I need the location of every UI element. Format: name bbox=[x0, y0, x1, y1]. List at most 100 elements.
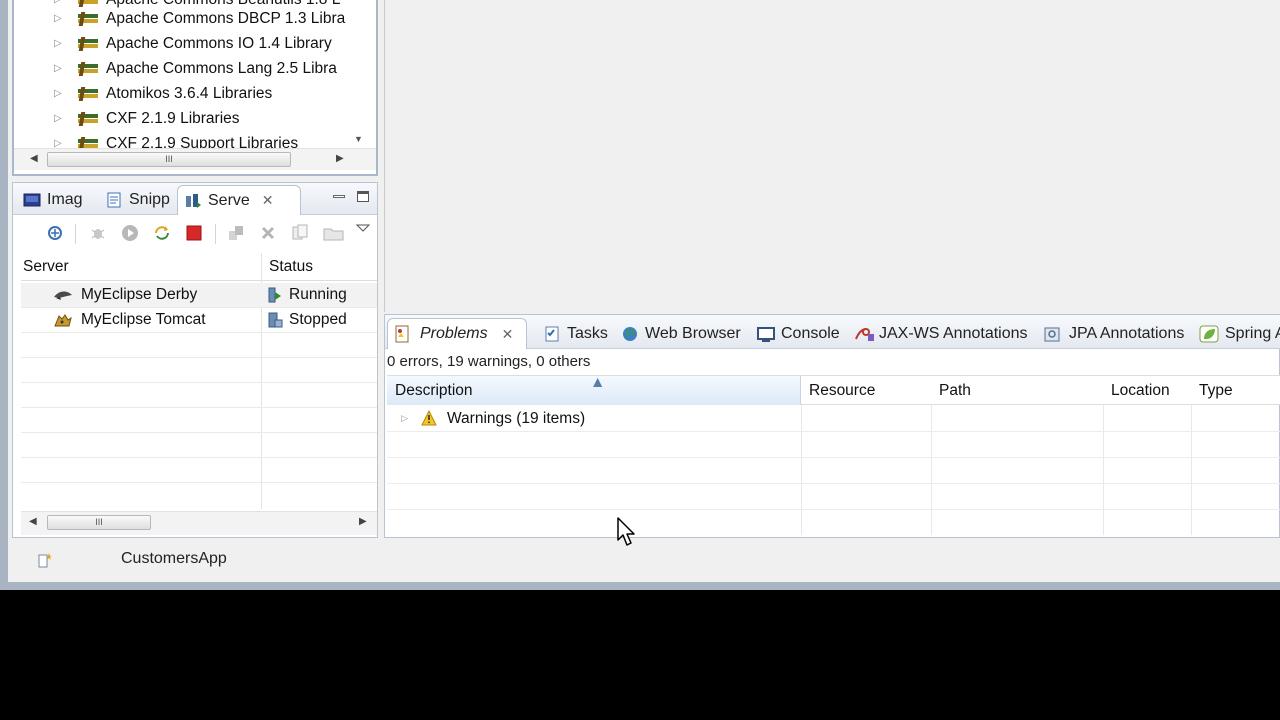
connect-icon[interactable] bbox=[46, 224, 64, 242]
tab-console[interactable]: Console bbox=[757, 318, 840, 349]
scroll-left-icon[interactable]: ◀ bbox=[29, 516, 37, 527]
column-status[interactable]: Status bbox=[269, 258, 313, 276]
minimize-icon[interactable] bbox=[333, 195, 345, 198]
library-icon bbox=[78, 136, 98, 148]
tab-problems[interactable]: Problems ✕ bbox=[387, 318, 527, 349]
expand-arrow-icon[interactable]: ▷ bbox=[401, 413, 408, 424]
table-row[interactable]: MyEclipse Tomcat Stopped bbox=[21, 308, 377, 333]
tab-web-browser[interactable]: Web Browser bbox=[621, 318, 741, 349]
toolbar-separator bbox=[215, 224, 216, 244]
globe-icon bbox=[623, 326, 637, 341]
table-row bbox=[387, 458, 1280, 484]
server-name: MyEclipse Derby bbox=[81, 286, 198, 303]
expand-arrow-icon[interactable]: ▷ bbox=[54, 13, 66, 24]
warning-icon bbox=[421, 410, 437, 426]
scroll-left-icon[interactable]: ◀ bbox=[30, 153, 38, 164]
column-server[interactable]: Server bbox=[23, 258, 69, 276]
expand-arrow-icon[interactable]: ▷ bbox=[54, 0, 66, 5]
tab-tasks[interactable]: Tasks bbox=[543, 318, 608, 349]
table-row bbox=[21, 458, 377, 483]
list-item[interactable]: ▷ Apache Commons IO 1.4 Library bbox=[14, 31, 350, 56]
scroll-right-icon[interactable]: ▶ bbox=[336, 153, 344, 164]
servers-toolbar bbox=[13, 216, 377, 250]
servers-view: Imag Snipp Serve ✕ Server Status MyEclip… bbox=[12, 182, 378, 538]
view-menu-icon[interactable] bbox=[354, 220, 372, 238]
folder-icon[interactable] bbox=[323, 224, 345, 242]
list-item[interactable]: ▷ Apache Commons Lang 2.5 Libra bbox=[14, 56, 350, 81]
problems-tabbar: Problems ✕ Tasks Web Browser Console JAX… bbox=[385, 315, 1280, 349]
scroll-right-icon[interactable]: ▶ bbox=[359, 516, 367, 527]
tab-jpa-annotations[interactable]: JPA Annotations bbox=[1043, 318, 1184, 349]
list-item[interactable]: ▷ CXF 2.1.9 Support Libraries bbox=[14, 131, 350, 148]
fast-view-icon[interactable] bbox=[38, 552, 52, 568]
start-icon[interactable] bbox=[121, 224, 139, 242]
tab-image[interactable]: Imag bbox=[17, 185, 99, 215]
tab-snippets[interactable]: Snipp bbox=[99, 185, 177, 215]
restart-icon[interactable] bbox=[153, 224, 171, 242]
library-icon bbox=[78, 111, 98, 126]
warnings-group-label: Warnings (19 items) bbox=[447, 410, 586, 427]
horizontal-scrollbar[interactable]: ◀ III ▶ bbox=[21, 511, 377, 535]
table-row bbox=[21, 408, 377, 433]
table-row[interactable]: ▷ Warnings (19 items) bbox=[387, 406, 1280, 432]
scroll-thumb[interactable]: III bbox=[47, 152, 291, 167]
tab-spring[interactable]: Spring A bbox=[1199, 318, 1280, 349]
delete-icon[interactable] bbox=[259, 224, 277, 242]
scroll-down-icon[interactable]: ▼ bbox=[354, 134, 363, 144]
tab-label: Problems bbox=[420, 325, 488, 342]
tab-servers[interactable]: Serve ✕ bbox=[177, 185, 301, 215]
server-status: Stopped bbox=[289, 311, 347, 328]
expand-arrow-icon[interactable]: ▷ bbox=[54, 113, 66, 124]
jaxws-icon bbox=[855, 327, 874, 341]
vertical-scrollbar[interactable]: ▼ bbox=[350, 0, 368, 148]
tab-jaxws-annotations[interactable]: JAX-WS Annotations bbox=[853, 318, 1028, 349]
sort-ascending-icon: ▲ bbox=[590, 374, 606, 391]
close-icon[interactable]: ✕ bbox=[262, 192, 274, 209]
problems-summary: 0 errors, 19 warnings, 0 others bbox=[387, 353, 591, 370]
table-header: ▲ Description Resource Path Location Typ… bbox=[387, 374, 1280, 405]
table-header: Server Status bbox=[21, 253, 377, 281]
servers-tabbar: Imag Snipp Serve ✕ bbox=[13, 183, 377, 215]
library-icon bbox=[78, 11, 98, 26]
table-row bbox=[21, 383, 377, 408]
expand-arrow-icon[interactable]: ▷ bbox=[54, 138, 66, 148]
list-item[interactable]: ▷ Apache Commons DBCP 1.3 Libra bbox=[14, 6, 350, 31]
column-location[interactable]: Location bbox=[1111, 382, 1170, 400]
expand-arrow-icon[interactable]: ▷ bbox=[54, 38, 66, 49]
list-item[interactable]: ▷ CXF 2.1.9 Libraries bbox=[14, 106, 350, 131]
column-resource[interactable]: Resource bbox=[809, 382, 875, 400]
tab-label: Spring A bbox=[1225, 324, 1280, 342]
image-icon bbox=[23, 192, 41, 208]
table-row[interactable]: MyEclipse Derby Running bbox=[21, 283, 377, 308]
stopped-status-icon bbox=[268, 312, 283, 328]
mouse-cursor-icon bbox=[617, 517, 635, 546]
column-description[interactable]: Description bbox=[395, 382, 473, 400]
status-bar: CustomersApp bbox=[8, 540, 1280, 580]
maximize-icon[interactable] bbox=[357, 191, 369, 202]
table-row bbox=[21, 433, 377, 458]
running-status-icon bbox=[268, 287, 281, 303]
horizontal-scrollbar[interactable]: ◀ III ▶ bbox=[14, 148, 376, 170]
jpa-icon bbox=[1044, 327, 1060, 341]
expand-arrow-icon[interactable]: ▷ bbox=[54, 88, 66, 99]
column-type[interactable]: Type bbox=[1199, 382, 1233, 400]
debug-icon[interactable] bbox=[89, 224, 107, 242]
library-label: CXF 2.1.9 Support Libraries bbox=[106, 134, 299, 149]
column-path[interactable]: Path bbox=[939, 382, 971, 400]
package-explorer: ▷ Apache Commons Beanutils 1.8 L ▷ Apach… bbox=[12, 0, 378, 176]
list-item[interactable]: ▷ Atomikos 3.6.4 Libraries bbox=[14, 81, 350, 106]
spring-icon bbox=[1199, 325, 1219, 342]
tab-label: Snipp bbox=[129, 191, 170, 208]
tab-label: Imag bbox=[47, 191, 83, 208]
table-row bbox=[387, 432, 1280, 458]
copy-icon[interactable] bbox=[291, 224, 309, 242]
status-project-name: CustomersApp bbox=[121, 550, 227, 567]
close-icon[interactable]: ✕ bbox=[502, 326, 514, 343]
scroll-thumb[interactable]: III bbox=[47, 515, 151, 530]
servers-icon bbox=[184, 193, 202, 209]
eclipse-window: ▷ Apache Commons Beanutils 1.8 L ▷ Apach… bbox=[0, 0, 1280, 590]
expand-arrow-icon[interactable]: ▷ bbox=[54, 63, 66, 74]
publish-icon[interactable] bbox=[227, 224, 245, 242]
stop-icon[interactable] bbox=[185, 224, 203, 242]
table-row bbox=[21, 333, 377, 358]
